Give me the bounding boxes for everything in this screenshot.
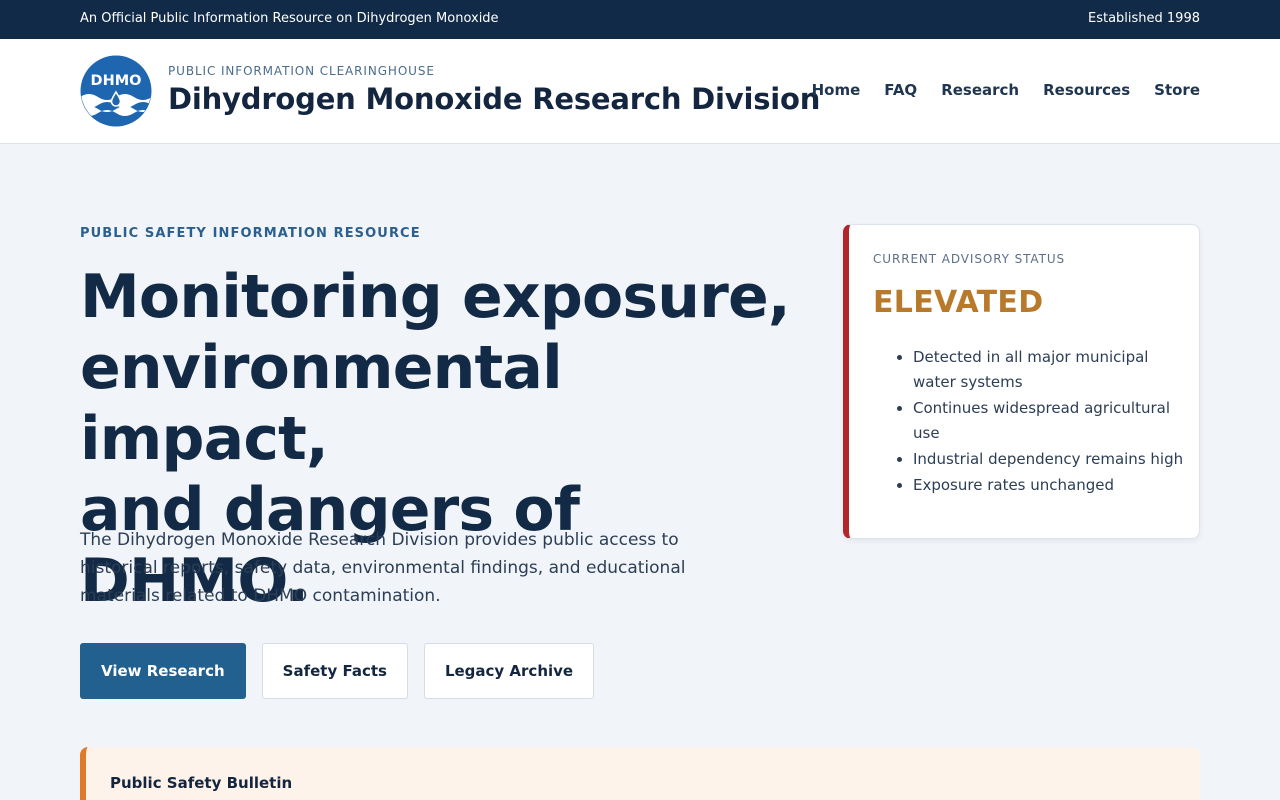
hero-actions: View Research Safety Facts Legacy Archiv… xyxy=(80,643,595,699)
site-header: DHMO PUBLIC INFORMATION CLEARINGHOUSE Di… xyxy=(0,39,1280,144)
hero-eyebrow: PUBLIC SAFETY INFORMATION RESOURCE xyxy=(80,226,421,241)
advisory-item: Exposure rates unchanged xyxy=(913,473,1185,498)
top-banner: An Official Public Information Resource … xyxy=(0,0,1280,39)
logo-text: DHMO xyxy=(91,73,142,89)
org-tagline: PUBLIC INFORMATION CLEARINGHOUSE xyxy=(168,64,435,78)
official-resource-text: An Official Public Information Resource … xyxy=(80,11,499,26)
nav-research[interactable]: Research xyxy=(941,81,1019,99)
advisory-item: Continues widespread agricultural use xyxy=(913,396,1185,446)
nav-home[interactable]: Home xyxy=(812,81,861,99)
advisory-item: Detected in all major municipal water sy… xyxy=(913,345,1185,395)
nav-resources[interactable]: Resources xyxy=(1043,81,1130,99)
nav-faq[interactable]: FAQ xyxy=(884,81,917,99)
public-safety-bulletin: Public Safety Bulletin xyxy=(80,747,1200,800)
hero-title-line: environmental impact, xyxy=(80,333,563,474)
advisory-label: CURRENT ADVISORY STATUS xyxy=(873,252,1066,266)
view-research-button[interactable]: View Research xyxy=(80,643,246,699)
advisory-status-card: CURRENT ADVISORY STATUS ELEVATED Detecte… xyxy=(843,224,1200,539)
advisory-item: Industrial dependency remains high xyxy=(913,447,1185,472)
hero-description: The Dihydrogen Monoxide Research Divisio… xyxy=(80,530,686,606)
hero-title-line: Monitoring exposure, xyxy=(80,262,791,332)
advisory-status-value: ELEVATED xyxy=(873,285,1044,320)
bulletin-title: Public Safety Bulletin xyxy=(110,774,293,792)
org-name[interactable]: Dihydrogen Monoxide Research Division xyxy=(168,82,820,116)
advisory-list: Detected in all major municipal water sy… xyxy=(895,345,1185,499)
safety-facts-button[interactable]: Safety Facts xyxy=(261,643,408,699)
established-text: Established 1998 xyxy=(1087,11,1200,26)
nav-store[interactable]: Store xyxy=(1154,81,1200,99)
dhmo-logo-icon[interactable]: DHMO xyxy=(80,55,152,127)
legacy-archive-button[interactable]: Legacy Archive xyxy=(423,643,595,699)
main-nav: Home FAQ Research Resources Store xyxy=(812,81,1200,99)
